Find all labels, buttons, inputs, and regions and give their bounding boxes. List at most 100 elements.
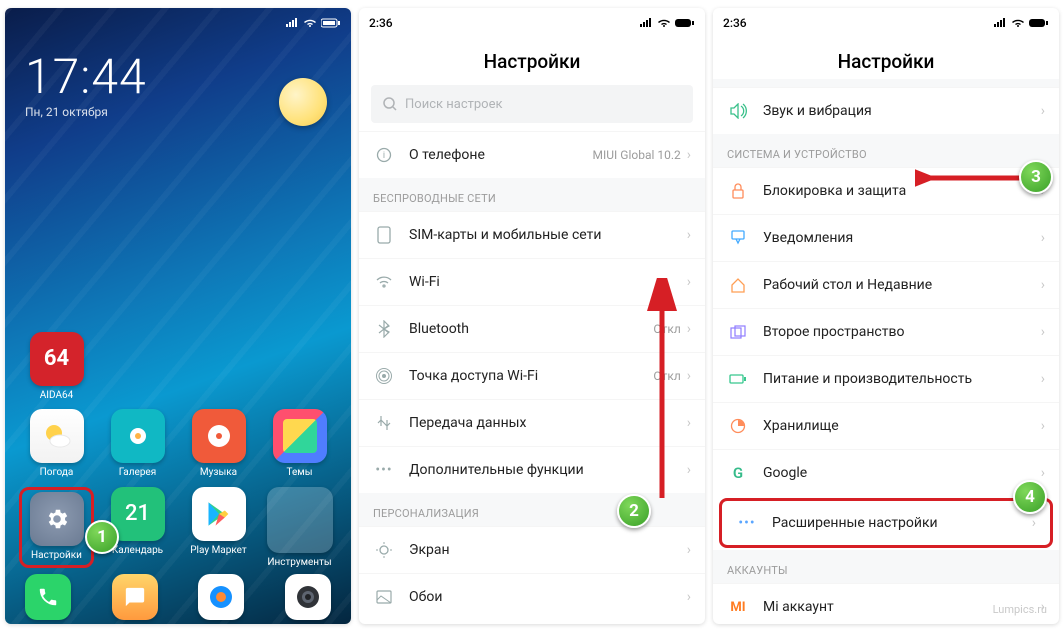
row-screen[interactable]: Экран › — [359, 526, 705, 573]
app-label: Погода — [40, 467, 74, 479]
status-bar: 2:36 — [359, 8, 705, 38]
status-time: 2:36 — [723, 16, 747, 30]
chevron-right-icon: › — [687, 589, 691, 605]
app-label: Галерея — [119, 467, 156, 479]
page-title: Настройки — [713, 38, 1059, 79]
home-icon — [727, 277, 749, 293]
second-space-icon — [727, 325, 749, 339]
chevron-right-icon: › — [687, 147, 691, 163]
status-icons — [639, 18, 695, 28]
google-icon: G — [727, 464, 749, 482]
messages-icon[interactable] — [112, 574, 158, 620]
chevron-right-icon: › — [1041, 277, 1045, 293]
chevron-right-icon: › — [687, 368, 691, 384]
row-label: Экран — [409, 542, 687, 558]
app-music[interactable]: Музыка — [181, 409, 256, 479]
more-icon: ••• — [373, 462, 395, 478]
battery-icon — [1029, 18, 1049, 28]
row-label: Google — [763, 465, 1041, 481]
hotspot-icon — [373, 368, 395, 384]
camera-icon[interactable] — [285, 574, 331, 620]
row-value: Откл — [653, 322, 680, 336]
section-system-label: Система и устройство — [727, 148, 867, 161]
row-storage[interactable]: Хранилище › — [713, 402, 1059, 449]
battery-icon — [727, 373, 749, 385]
app-label: Настройки — [31, 550, 82, 562]
row-sim[interactable]: SIM-карты и мобильные сети › — [359, 211, 705, 258]
row-about-phone[interactable]: i О телефоне MIUI Global 10.2 › — [359, 131, 705, 178]
section-wireless: Беспроводные сети — [359, 178, 705, 211]
row-second-space[interactable]: Второе пространство › — [713, 308, 1059, 355]
row-notifications[interactable]: Уведомления › — [713, 214, 1059, 261]
search-icon — [383, 97, 397, 111]
themes-icon — [273, 409, 327, 463]
watermark: Lumpics.ru — [993, 603, 1047, 616]
chevron-right-icon: › — [1041, 324, 1045, 340]
row-label: Хранилище — [763, 418, 1041, 434]
row-data[interactable]: Передача данных › — [359, 399, 705, 446]
app-settings-highlight[interactable]: Настройки — [19, 487, 94, 569]
chevron-right-icon: › — [1041, 103, 1045, 119]
row-wallpaper[interactable]: Обои › — [359, 573, 705, 620]
search-placeholder: Поиск настроек — [405, 97, 503, 112]
app-label: AIDA64 — [40, 390, 73, 402]
dock — [5, 570, 351, 624]
signal-icon — [993, 18, 1007, 28]
row-value: MIUI Global 10.2 — [593, 148, 681, 162]
mi-icon: MI — [727, 600, 749, 615]
row-bluetooth[interactable]: Bluetooth Откл › — [359, 305, 705, 352]
row-label: Обои — [409, 589, 687, 605]
phone-icon[interactable] — [25, 574, 71, 620]
app-themes[interactable]: Темы — [262, 409, 337, 479]
page-title: Настройки — [359, 38, 705, 79]
row-label: Рабочий стол и Недавние — [763, 277, 1041, 293]
row-label: Передача данных — [409, 415, 687, 431]
moon-widget — [279, 78, 327, 126]
lock-icon — [727, 183, 749, 199]
search-input[interactable]: Поиск настроек — [371, 85, 693, 123]
row-desktop[interactable]: Рабочий стол и Недавние › — [713, 261, 1059, 308]
row-label: Блокировка и защита — [763, 183, 1041, 199]
row-label: Wi-Fi — [409, 274, 687, 290]
row-google[interactable]: G Google › — [713, 449, 1059, 496]
row-hotspot[interactable]: Точка доступа Wi-Fi Откл › — [359, 352, 705, 399]
row-advanced-highlight[interactable]: ••• Расширенные настройки › — [719, 498, 1053, 548]
bluetooth-icon — [373, 320, 395, 338]
wifi-icon — [303, 18, 317, 28]
step-badge-3: 3 — [1019, 160, 1053, 194]
signal-icon — [285, 18, 299, 28]
wifi-icon — [373, 275, 395, 289]
chevron-right-icon: › — [687, 321, 691, 337]
chevron-right-icon: › — [1041, 371, 1045, 387]
browser-icon[interactable] — [198, 574, 244, 620]
section-personalization: Персонализация — [359, 493, 705, 526]
row-sound[interactable]: Звук и вибрация › — [713, 87, 1059, 134]
row-more[interactable]: ••• Дополнительные функции › — [359, 446, 705, 493]
app-play-store[interactable]: Play Маркет — [181, 487, 256, 569]
row-label: Звук и вибрация — [763, 103, 1041, 119]
wifi-icon — [657, 18, 671, 28]
chevron-right-icon: › — [1041, 230, 1045, 246]
step-badge-4: 4 — [1013, 480, 1047, 514]
row-value: Откл — [653, 369, 680, 383]
weather-icon — [30, 409, 84, 463]
sim-icon — [373, 226, 395, 244]
signal-icon — [639, 18, 653, 28]
step-badge-2: 2 — [617, 494, 651, 528]
phone-home-screen: 17:44 Пн, 21 октября 64 AIDA64 Погода Га… — [5, 8, 351, 624]
play-store-icon — [192, 487, 246, 541]
chevron-right-icon: › — [687, 227, 691, 243]
row-lock[interactable]: Блокировка и защита › — [713, 167, 1059, 214]
chevron-right-icon: › — [1041, 418, 1045, 434]
svg-text:i: i — [383, 151, 385, 161]
app-gallery[interactable]: Галерея — [100, 409, 175, 479]
app-tools-folder[interactable]: Инструменты — [262, 487, 337, 569]
aida64-icon: 64 — [30, 332, 84, 386]
section-accounts: Аккаунты — [713, 550, 1059, 583]
screen-icon — [373, 542, 395, 558]
row-wifi[interactable]: Wi-Fi › — [359, 258, 705, 305]
app-aida64[interactable]: 64 AIDA64 — [19, 332, 94, 402]
row-battery[interactable]: Питание и производительность › — [713, 355, 1059, 402]
app-grid: 64 AIDA64 Погода Галерея Музыка — [5, 322, 351, 569]
app-weather[interactable]: Погода — [19, 409, 94, 479]
